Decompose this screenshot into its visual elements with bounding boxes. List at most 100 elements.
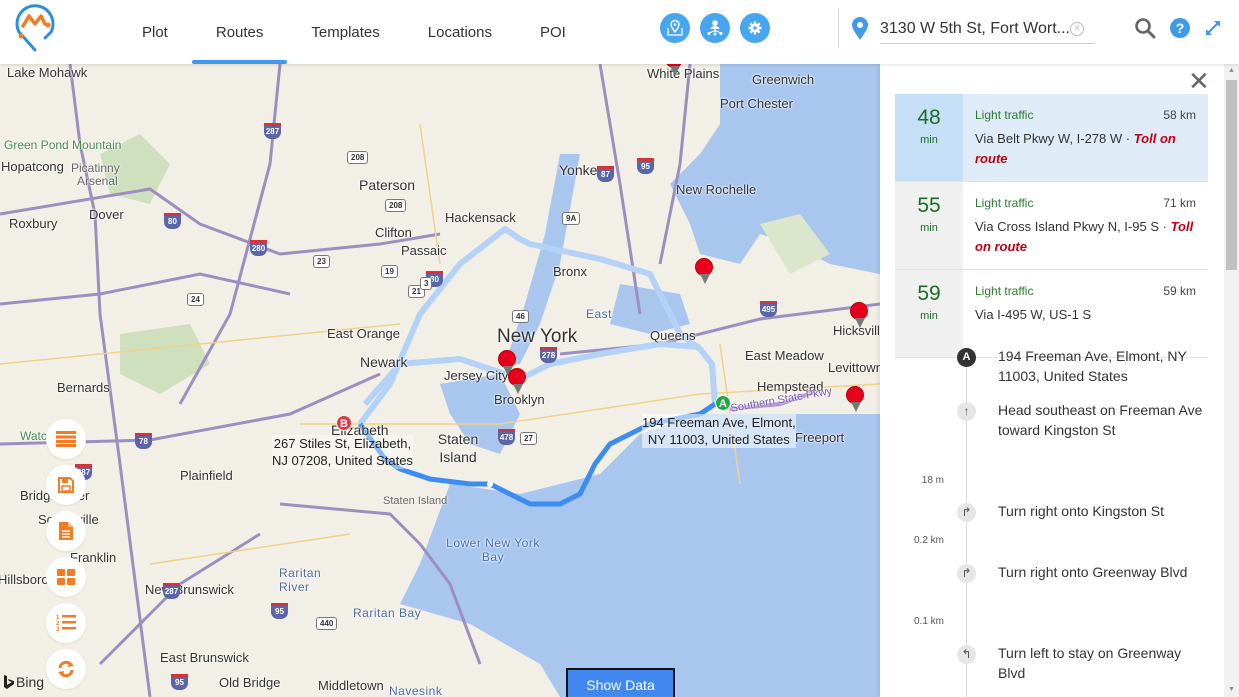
- interstate-shield: 478: [498, 429, 515, 445]
- poi-pin[interactable]: [850, 302, 870, 330]
- map-pin-icon: [667, 19, 683, 36]
- duration-unit: min: [920, 222, 938, 234]
- origin-marker-a[interactable]: A: [715, 395, 731, 411]
- interstate-shield: 278: [540, 347, 557, 363]
- address-search-input[interactable]: [880, 19, 1070, 38]
- step-distance: 0.2 km: [913, 535, 944, 546]
- poi-pin[interactable]: [695, 258, 715, 286]
- menu-button[interactable]: [46, 419, 86, 459]
- help-icon[interactable]: ?: [1170, 18, 1190, 38]
- numbered-list-icon: 123: [56, 615, 76, 632]
- route-shield: 23: [313, 255, 330, 268]
- route-duration: 55 min: [895, 182, 963, 269]
- poi-pin[interactable]: [665, 64, 685, 78]
- route-distance: 59 km: [1163, 284, 1196, 298]
- step-text: Head southeast on Freeman Ave toward Kin…: [998, 402, 1203, 438]
- close-panel-icon[interactable]: ✕: [1188, 68, 1210, 94]
- poi-pin[interactable]: [846, 386, 866, 414]
- interstate-shield: 280: [250, 240, 267, 256]
- tab-label: Locations: [427, 23, 492, 41]
- bing-attribution: Bing: [4, 674, 44, 690]
- route-option[interactable]: 48 min Light traffic 58 km Via Belt Pkwy…: [895, 94, 1208, 182]
- show-data-button[interactable]: Show Data: [566, 668, 675, 697]
- document-icon: [59, 522, 73, 540]
- tab-poi[interactable]: POI: [516, 0, 590, 64]
- attribution-text: Bing: [16, 674, 45, 690]
- step-text: 194 Freeman Ave, Elmont, NY 11003, Unite…: [998, 348, 1187, 384]
- duration-unit: min: [920, 134, 938, 146]
- route-via: Via Belt Pkwy W, I-278 W · Toll on route: [975, 129, 1196, 169]
- via-text: Via Cross Island Pkwy N, I-95 S: [975, 219, 1159, 234]
- route-shield: 27: [520, 432, 537, 445]
- start-marker-icon: A: [957, 348, 976, 367]
- route-via: Via I-495 W, US-1 S: [975, 305, 1196, 325]
- route-shield: 3: [420, 277, 433, 290]
- refresh-button[interactable]: [46, 649, 86, 689]
- route-shield: 19: [381, 265, 398, 278]
- gear-icon: [748, 21, 762, 35]
- interstate-shield: 95: [271, 603, 288, 619]
- interstate-shield: 95: [171, 674, 188, 690]
- bing-logo-icon: [4, 675, 14, 689]
- route-shield: 440: [316, 617, 338, 630]
- interstate-shield: 95: [637, 158, 654, 174]
- expand-icon[interactable]: [1204, 19, 1222, 37]
- location-pin-icon: [852, 17, 868, 40]
- app-root: Plot Routes Templates Locations POI 3130…: [0, 0, 1239, 697]
- step-distance: 0.1 km: [913, 616, 944, 627]
- grid-button[interactable]: [46, 557, 86, 597]
- tab-label: Templates: [311, 23, 380, 41]
- interstate-shield: 87: [597, 166, 614, 182]
- clear-search-icon[interactable]: ×: [1070, 21, 1084, 36]
- route-distance: 71 km: [1163, 196, 1196, 210]
- scroll-down-icon[interactable]: ▼: [1228, 686, 1235, 693]
- main-nav: Plot Routes Templates Locations POI: [118, 0, 590, 64]
- interstate-shield: 78: [135, 433, 152, 449]
- destination-address-label: 267 Stiles St, Elizabeth, NJ 07208, Unit…: [272, 435, 413, 469]
- map-side-toolbar: 123: [46, 419, 86, 689]
- numbered-list-button[interactable]: 123: [46, 603, 86, 643]
- tool-buttons: [660, 13, 770, 43]
- route-option[interactable]: 55 min Light traffic 71 km Via Cross Isl…: [895, 182, 1208, 270]
- route-via: Via Cross Island Pkwy N, I-95 S · Toll o…: [975, 217, 1196, 257]
- tab-label: Routes: [215, 23, 264, 41]
- map-pin-button[interactable]: [660, 13, 690, 43]
- settings-button[interactable]: [740, 13, 770, 43]
- header-divider: [838, 8, 839, 48]
- destination-marker-b[interactable]: B: [336, 415, 352, 431]
- save-button[interactable]: [46, 465, 86, 505]
- tab-plot[interactable]: Plot: [118, 0, 192, 64]
- tab-templates[interactable]: Templates: [287, 0, 403, 64]
- step-text: Turn left to stay on Greenway Blvd: [998, 645, 1182, 681]
- interstate-shield: 80: [164, 213, 181, 229]
- search-icon[interactable]: [1134, 17, 1156, 39]
- route-distance: 58 km: [1163, 108, 1196, 122]
- tab-routes[interactable]: Routes: [191, 0, 288, 64]
- poi-pin[interactable]: [508, 368, 528, 396]
- tab-locations[interactable]: Locations: [404, 0, 516, 64]
- keep-left-icon: ↰: [957, 645, 976, 664]
- route-duration: 59 min: [895, 270, 963, 357]
- tab-label: Plot: [142, 23, 168, 41]
- panel-scrollbar[interactable]: ▲ ▼: [1224, 64, 1239, 697]
- scrollbar-thumb[interactable]: [1226, 80, 1237, 270]
- route-option[interactable]: 59 min Light traffic 59 km Via I-495 W, …: [895, 270, 1208, 358]
- document-button[interactable]: [46, 511, 86, 551]
- step-distance: 18 m: [921, 475, 944, 486]
- duration-value: 59: [917, 282, 941, 305]
- map-canvas[interactable]: Lake Mohawk Green Pond Mountain Hopatcon…: [0, 64, 880, 697]
- interstate-shield: 287: [163, 583, 180, 599]
- interstate-shield: 287: [264, 123, 281, 139]
- interstate-shield: 495: [760, 301, 777, 317]
- scroll-up-icon[interactable]: ▲: [1228, 67, 1235, 74]
- arrow-up-icon: ↑: [957, 402, 976, 421]
- via-text: Via I-495 W, US-1 S: [975, 307, 1092, 322]
- user-network-button[interactable]: [700, 13, 730, 43]
- duration-value: 55: [917, 194, 941, 217]
- route-info: Light traffic 59 km Via I-495 W, US-1 S: [963, 270, 1208, 357]
- hamburger-icon: [56, 431, 76, 447]
- route-shield: 208: [385, 199, 407, 212]
- app-logo[interactable]: [12, 2, 58, 54]
- route-shield: 208: [347, 151, 369, 164]
- refresh-icon: [58, 660, 74, 678]
